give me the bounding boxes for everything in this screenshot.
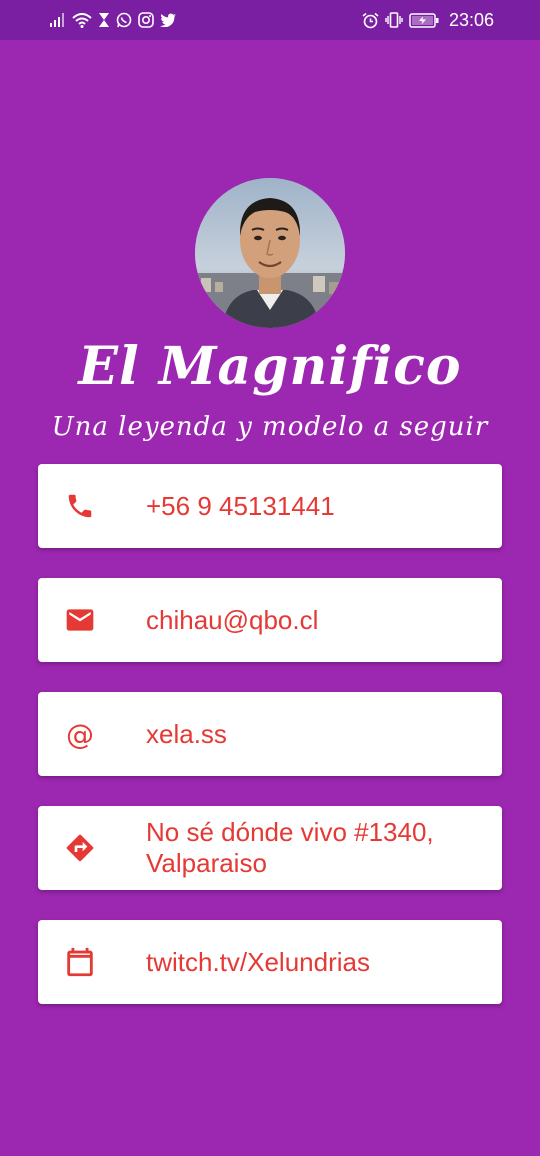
at-symbol: @ bbox=[66, 717, 94, 751]
email-card[interactable]: chihau@qbo.cl bbox=[38, 578, 502, 662]
status-left-icons bbox=[50, 12, 177, 28]
status-time: 23:06 bbox=[448, 9, 494, 30]
email-text: chihau@qbo.cl bbox=[146, 604, 319, 635]
calendar-icon bbox=[38, 920, 122, 1004]
status-bar: 23:06 bbox=[0, 0, 540, 40]
phone-icon bbox=[38, 464, 122, 548]
phone-card[interactable]: +56 9 45131441 bbox=[38, 464, 502, 548]
profile-name: El Magnifico bbox=[78, 336, 462, 397]
status-right-icons: 23:06 bbox=[362, 10, 494, 31]
wifi-icon bbox=[72, 12, 92, 28]
directions-icon bbox=[38, 806, 122, 890]
contact-cards: +56 9 45131441 chihau@qbo.cl @ xela.ss N… bbox=[38, 464, 502, 1034]
username-text: xela.ss bbox=[146, 718, 227, 749]
battery-icon bbox=[409, 12, 439, 28]
vibrate-icon bbox=[385, 12, 403, 28]
profile-tagline: Una leyenda y modelo a seguir bbox=[51, 412, 489, 442]
hourglass-icon bbox=[98, 12, 110, 28]
twitter-icon bbox=[160, 13, 177, 27]
instagram-icon bbox=[138, 12, 154, 28]
whatsapp-icon bbox=[116, 12, 132, 28]
twitch-text: twitch.tv/Xelundrias bbox=[146, 946, 370, 977]
signal-icon bbox=[50, 13, 66, 27]
at-icon: @ bbox=[38, 692, 122, 776]
alarm-icon bbox=[362, 12, 379, 29]
address-card[interactable]: No sé dónde vivo #1340, Valparaiso bbox=[38, 806, 502, 890]
avatar bbox=[195, 178, 345, 328]
twitch-card[interactable]: twitch.tv/Xelundrias bbox=[38, 920, 502, 1004]
username-card[interactable]: @ xela.ss bbox=[38, 692, 502, 776]
address-text: No sé dónde vivo #1340, Valparaiso bbox=[146, 817, 434, 878]
phone-text: +56 9 45131441 bbox=[146, 490, 335, 521]
email-icon bbox=[38, 578, 122, 662]
